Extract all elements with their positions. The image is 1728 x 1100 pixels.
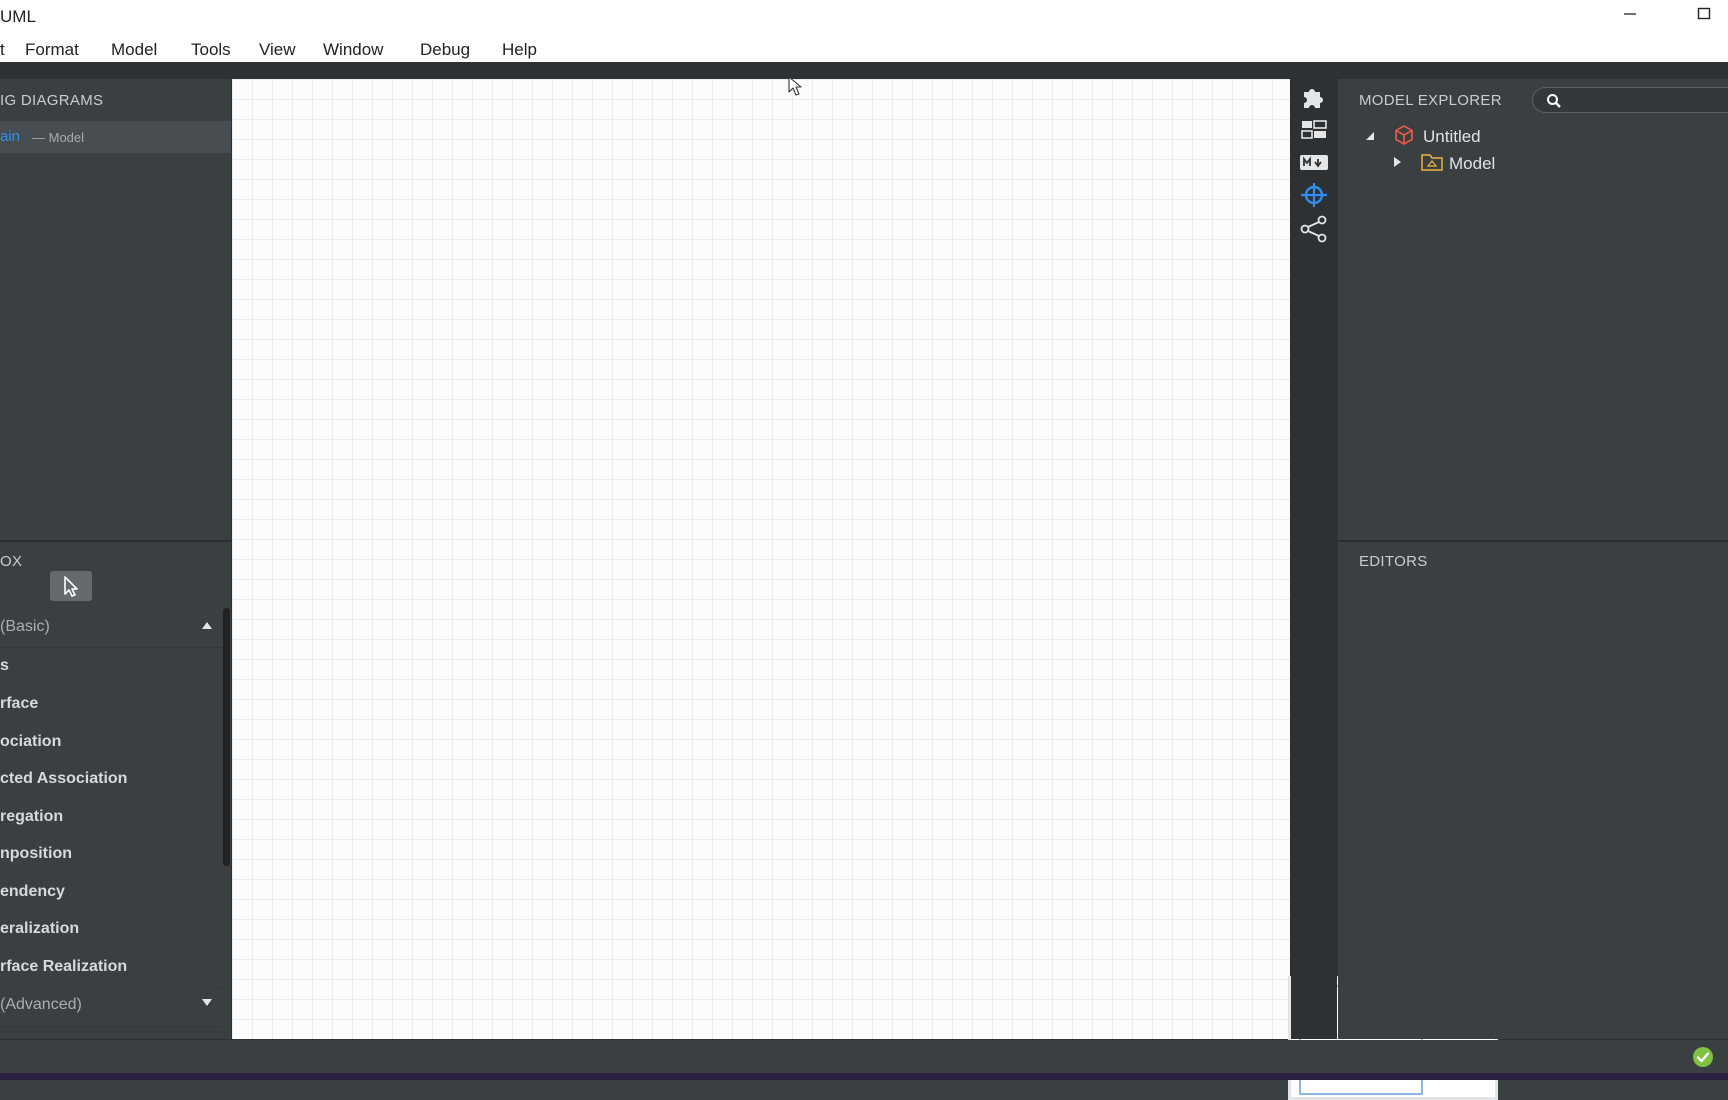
expand-down-icon[interactable] — [201, 998, 213, 1008]
menu-debug[interactable]: Debug — [420, 40, 470, 60]
divider — [0, 987, 222, 988]
project-cube-icon — [1395, 125, 1413, 145]
toolbox-scrollbar[interactable] — [223, 608, 230, 866]
share-icon[interactable] — [1291, 214, 1337, 244]
divider — [0, 647, 222, 648]
tool-class[interactable]: s — [0, 657, 9, 675]
menu-help[interactable]: Help — [502, 40, 537, 60]
menu-window[interactable]: Window — [323, 40, 383, 60]
minimize-icon[interactable] — [1612, 4, 1648, 30]
markdown-icon[interactable] — [1291, 147, 1337, 177]
window-title: UML — [0, 7, 36, 26]
right-panel-splitter[interactable] — [1338, 540, 1728, 542]
tool-interface[interactable]: rface — [0, 695, 38, 713]
toolbox-category-basic[interactable]: (Basic) — [0, 618, 50, 636]
diagram-canvas[interactable] — [232, 79, 1498, 1100]
tool-dependency[interactable]: endency — [0, 883, 65, 901]
collapse-up-icon[interactable] — [201, 620, 213, 630]
menu-model[interactable]: Model — [111, 40, 157, 60]
model-explorer-search[interactable] — [1532, 87, 1728, 113]
toolbox-category-advanced[interactable]: (Advanced) — [0, 996, 82, 1014]
diagram-owner: — Model — [32, 130, 85, 145]
title-bar: UML — [0, 0, 1728, 34]
layout-icon[interactable] — [1291, 115, 1337, 145]
menu-view[interactable]: View — [259, 40, 296, 60]
tree-expanded-icon[interactable] — [1364, 130, 1376, 142]
diagram-name: ain — [0, 128, 21, 145]
tool-interface-realization[interactable]: rface Realization — [0, 958, 127, 976]
tool-generalization[interactable]: eralization — [0, 920, 79, 938]
maximize-icon[interactable] — [1686, 4, 1722, 30]
window-bottom-edge — [0, 1073, 1728, 1080]
tool-association[interactable]: ociation — [0, 733, 61, 751]
mouse-cursor-icon — [788, 76, 802, 96]
tree-collapsed-icon[interactable] — [1391, 156, 1403, 168]
model-package-icon — [1421, 154, 1443, 171]
tool-aggregation[interactable]: regation — [0, 808, 63, 826]
search-input[interactable] — [1569, 91, 1723, 111]
target-icon[interactable] — [1291, 180, 1337, 210]
extensions-icon[interactable] — [1291, 82, 1337, 112]
check-circle-icon[interactable] — [1692, 1046, 1714, 1068]
menu-edit[interactable]: t — [0, 40, 5, 60]
model-explorer-header: MODEL EXPLORER — [1359, 92, 1502, 109]
pointer-tool-button[interactable] — [50, 571, 92, 601]
tool-composition[interactable]: nposition — [0, 845, 72, 863]
menu-tools[interactable]: Tools — [191, 40, 231, 60]
editors-header: EDITORS — [1359, 553, 1428, 570]
tool-directed-association[interactable]: cted Association — [0, 770, 127, 788]
tree-item-untitled[interactable]: Untitled — [1423, 127, 1481, 147]
toolbox-header: OX — [0, 553, 23, 570]
working-diagram-item[interactable]: ain — Model — [0, 121, 231, 153]
working-diagrams-header: IG DIAGRAMS — [0, 92, 104, 109]
divider — [0, 1026, 222, 1027]
tree-item-model[interactable]: Model — [1449, 154, 1495, 174]
status-bar — [0, 1040, 1728, 1073]
menu-bar: t Format Model Tools View Window Debug H… — [0, 34, 1728, 62]
left-panel-splitter[interactable] — [0, 540, 231, 542]
cursor-arrow-icon — [64, 576, 78, 597]
side-toolbar — [1291, 79, 1337, 1039]
menu-format[interactable]: Format — [25, 40, 79, 60]
search-icon — [1547, 94, 1561, 108]
